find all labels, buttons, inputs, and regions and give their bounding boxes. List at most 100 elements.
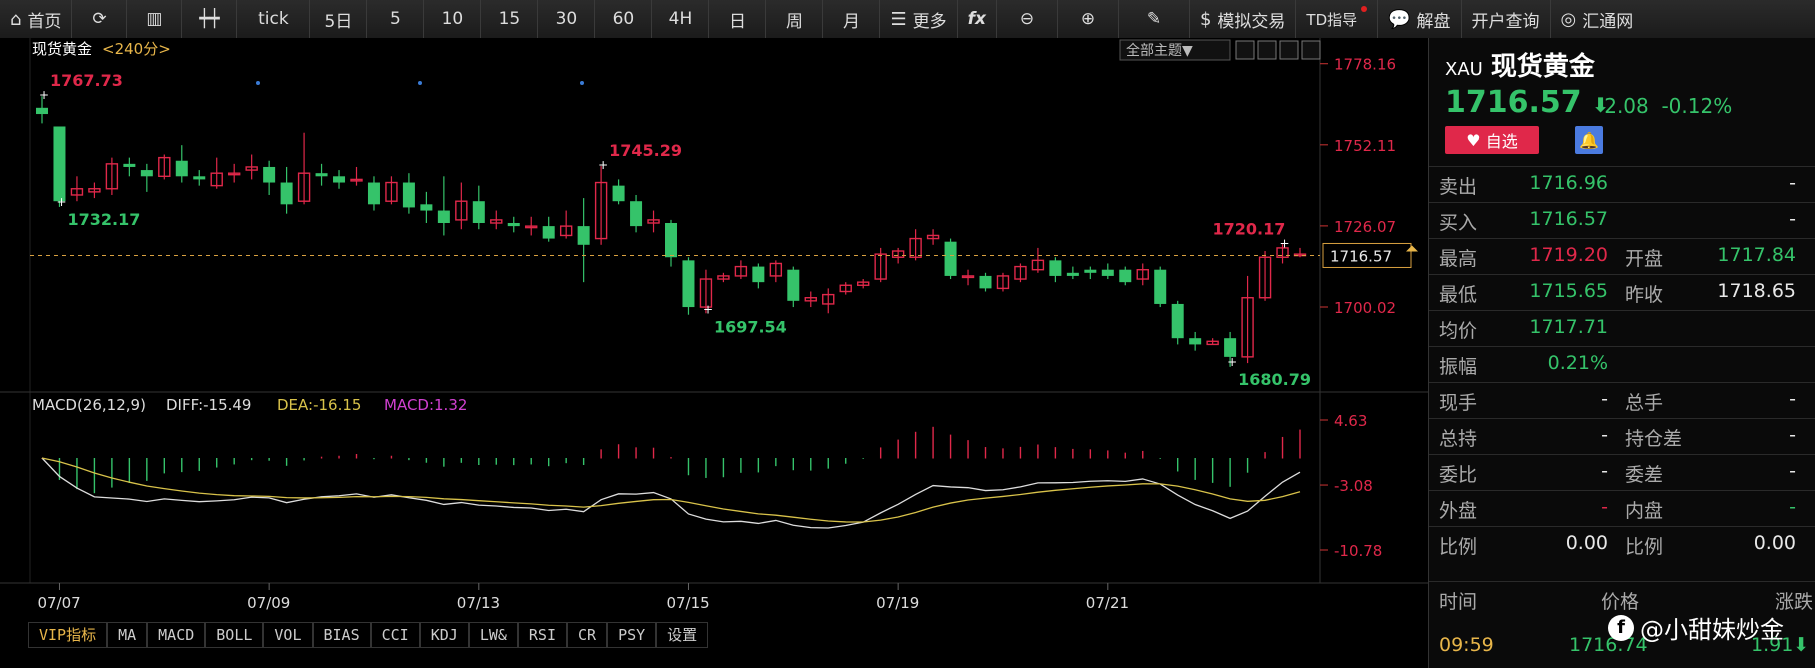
quote-cell: 最高 [1439, 248, 1478, 270]
quote-cell: 1718.65 [1717, 280, 1796, 302]
quote-cell: 1716.57 [1529, 208, 1608, 230]
sim-trade-button[interactable]: $ 模拟交易 [1190, 0, 1297, 38]
quote-cell: - [1601, 496, 1608, 518]
last-price: 1716.57 ⬇ [1445, 85, 1609, 120]
period-tab-6[interactable]: 4H [652, 0, 710, 38]
candle-body [437, 210, 450, 223]
notification-dot [1361, 6, 1368, 12]
indicator-tab-5[interactable]: BIAS [312, 622, 371, 648]
indicator-tab-11[interactable]: PSY [607, 622, 657, 648]
macd-label: MACD(26,12,9) [32, 396, 146, 414]
quote-cell: - [1789, 172, 1796, 194]
refresh-icon: ⟳ [92, 9, 107, 29]
indicator-tab-4[interactable]: VOL [263, 622, 313, 648]
event-marker [256, 81, 260, 85]
candle-body [333, 176, 346, 183]
refresh-button[interactable]: ⟳ [72, 0, 128, 38]
candle-body [787, 269, 800, 301]
quote-row: 最高 1719.20 开盘 1717.84 [1429, 238, 1815, 274]
period-tab-4[interactable]: 30 [538, 0, 596, 38]
menu-icon: ☰ [890, 8, 907, 30]
candle-body [140, 170, 153, 177]
candle-body [1049, 260, 1062, 276]
quote-cell: 比例 [1439, 536, 1478, 558]
period-tabs: 5日 5 10 15 30 60 4H 日周月 [310, 0, 881, 38]
instrument-name: 现货黄金 [1490, 52, 1595, 82]
candle-body [1101, 269, 1114, 276]
indicator-tab-0[interactable]: VIP指标 [28, 622, 108, 648]
quote-row: 卖出 1716.96 - [1429, 166, 1815, 202]
more-button[interactable]: ☰ 更多 [880, 0, 958, 38]
candle-chart-button[interactable]: ┿┿ [182, 0, 238, 38]
candle-body [682, 260, 695, 308]
chart-period-label: <240分> [102, 40, 171, 58]
quote-cell: 1715.65 [1529, 280, 1608, 302]
bar-chart-button[interactable]: ▥ [127, 0, 183, 38]
account-query-button[interactable]: 开户查询 [1462, 0, 1551, 38]
chart-background [0, 38, 1428, 668]
home-button[interactable]: ⌂ 首页 [0, 0, 73, 38]
quote-cell: - [1789, 496, 1796, 518]
period-tab-9[interactable]: 月 [823, 0, 881, 38]
x-tick-label: 07/21 [1086, 594, 1129, 612]
alert-button[interactable]: 🔔 [1575, 126, 1603, 154]
quote-cell: 开盘 [1625, 248, 1664, 270]
quote-cell: - [1789, 460, 1796, 482]
indicator-tabs: VIP指标 MA MACD BOLL VOL BIAS CCI KDJ LW& RSI CR PSY 设… [28, 622, 709, 648]
candle-body [402, 182, 415, 208]
indicator-tab-3[interactable]: BOLL [205, 622, 264, 648]
indicator-tab-6[interactable]: CCI [370, 622, 420, 648]
quote-cell: 总持 [1439, 428, 1478, 450]
quote-cell: - [1601, 424, 1608, 446]
quote-row: 外盘 - 内盘 - [1429, 490, 1815, 526]
period-tab-7[interactable]: 日 [709, 0, 767, 38]
analysis-button[interactable]: 💬 解盘 [1378, 0, 1462, 38]
indicator-tab-1[interactable]: MA [107, 622, 148, 648]
zoom-in-button[interactable]: ⊕ [1058, 0, 1119, 38]
candle-body [193, 176, 206, 180]
quote-cell: - [1601, 460, 1608, 482]
period-tab-2[interactable]: 10 [424, 0, 482, 38]
x-tick-label: 07/09 [247, 594, 290, 612]
td-guide-button[interactable]: TD指导 [1296, 0, 1379, 38]
quote-row: 均价 1717.71 [1429, 310, 1815, 346]
price-chart[interactable]: 现货黄金 <240分> 全部主题▼ 1778.16 1752.11 1726.07 1700… [0, 38, 1428, 668]
x-tick-label: 07/07 [37, 594, 80, 612]
period-tab-1[interactable]: 5 [367, 0, 425, 38]
extreme-label: 1720.17 [1213, 219, 1286, 238]
period-tab-0[interactable]: 5日 [310, 0, 368, 38]
quote-cell: - [1789, 424, 1796, 446]
quote-row: 最低 1715.65 昨收 1718.65 [1429, 274, 1815, 310]
tick-button[interactable]: tick [237, 0, 311, 38]
candle-body [507, 223, 520, 227]
chat-icon: 💬 [1388, 8, 1411, 30]
indicator-tab-9[interactable]: RSI [517, 622, 567, 648]
event-marker [580, 81, 584, 85]
extreme-marker: + [703, 303, 713, 317]
zoom-out-button[interactable]: ⊖ [997, 0, 1058, 38]
period-tab-5[interactable]: 60 [595, 0, 653, 38]
indicator-tab-12[interactable]: 设置 [656, 622, 709, 648]
facebook-icon: f [1608, 614, 1634, 641]
candle-body [1171, 303, 1184, 339]
period-tab-8[interactable]: 周 [766, 0, 824, 38]
candle-body [315, 173, 328, 177]
period-tab-3[interactable]: 15 [481, 0, 539, 38]
draw-button[interactable]: ✎ [1119, 0, 1190, 38]
extreme-label: 1767.73 [50, 71, 123, 90]
quote-cell: 1719.20 [1529, 244, 1608, 266]
candle-body [577, 226, 590, 245]
indicator-tab-8[interactable]: LW& [468, 622, 518, 648]
formula-button[interactable]: fx [958, 0, 997, 38]
indicator-tab-2[interactable]: MACD [147, 622, 206, 648]
indicator-tab-7[interactable]: KDJ [419, 622, 469, 648]
candle-body [752, 266, 765, 283]
toolbar: ⌂ 首页 ⟳ ▥ ┿┿ tick 5日 5 10 15 30 60 4H 日周月 ☰ 更多 fx … [0, 0, 1815, 39]
macd-value: MACD:1.32 [384, 396, 467, 414]
indicator-tab-10[interactable]: CR [567, 622, 608, 648]
bell-icon: 🔔 [1579, 130, 1599, 150]
extreme-marker: + [1227, 355, 1237, 369]
add-favorite-button[interactable]: ♥ 自选 [1445, 126, 1539, 154]
brand-button[interactable]: ◎ 汇通网 [1551, 0, 1644, 38]
candle-body [1154, 269, 1167, 304]
